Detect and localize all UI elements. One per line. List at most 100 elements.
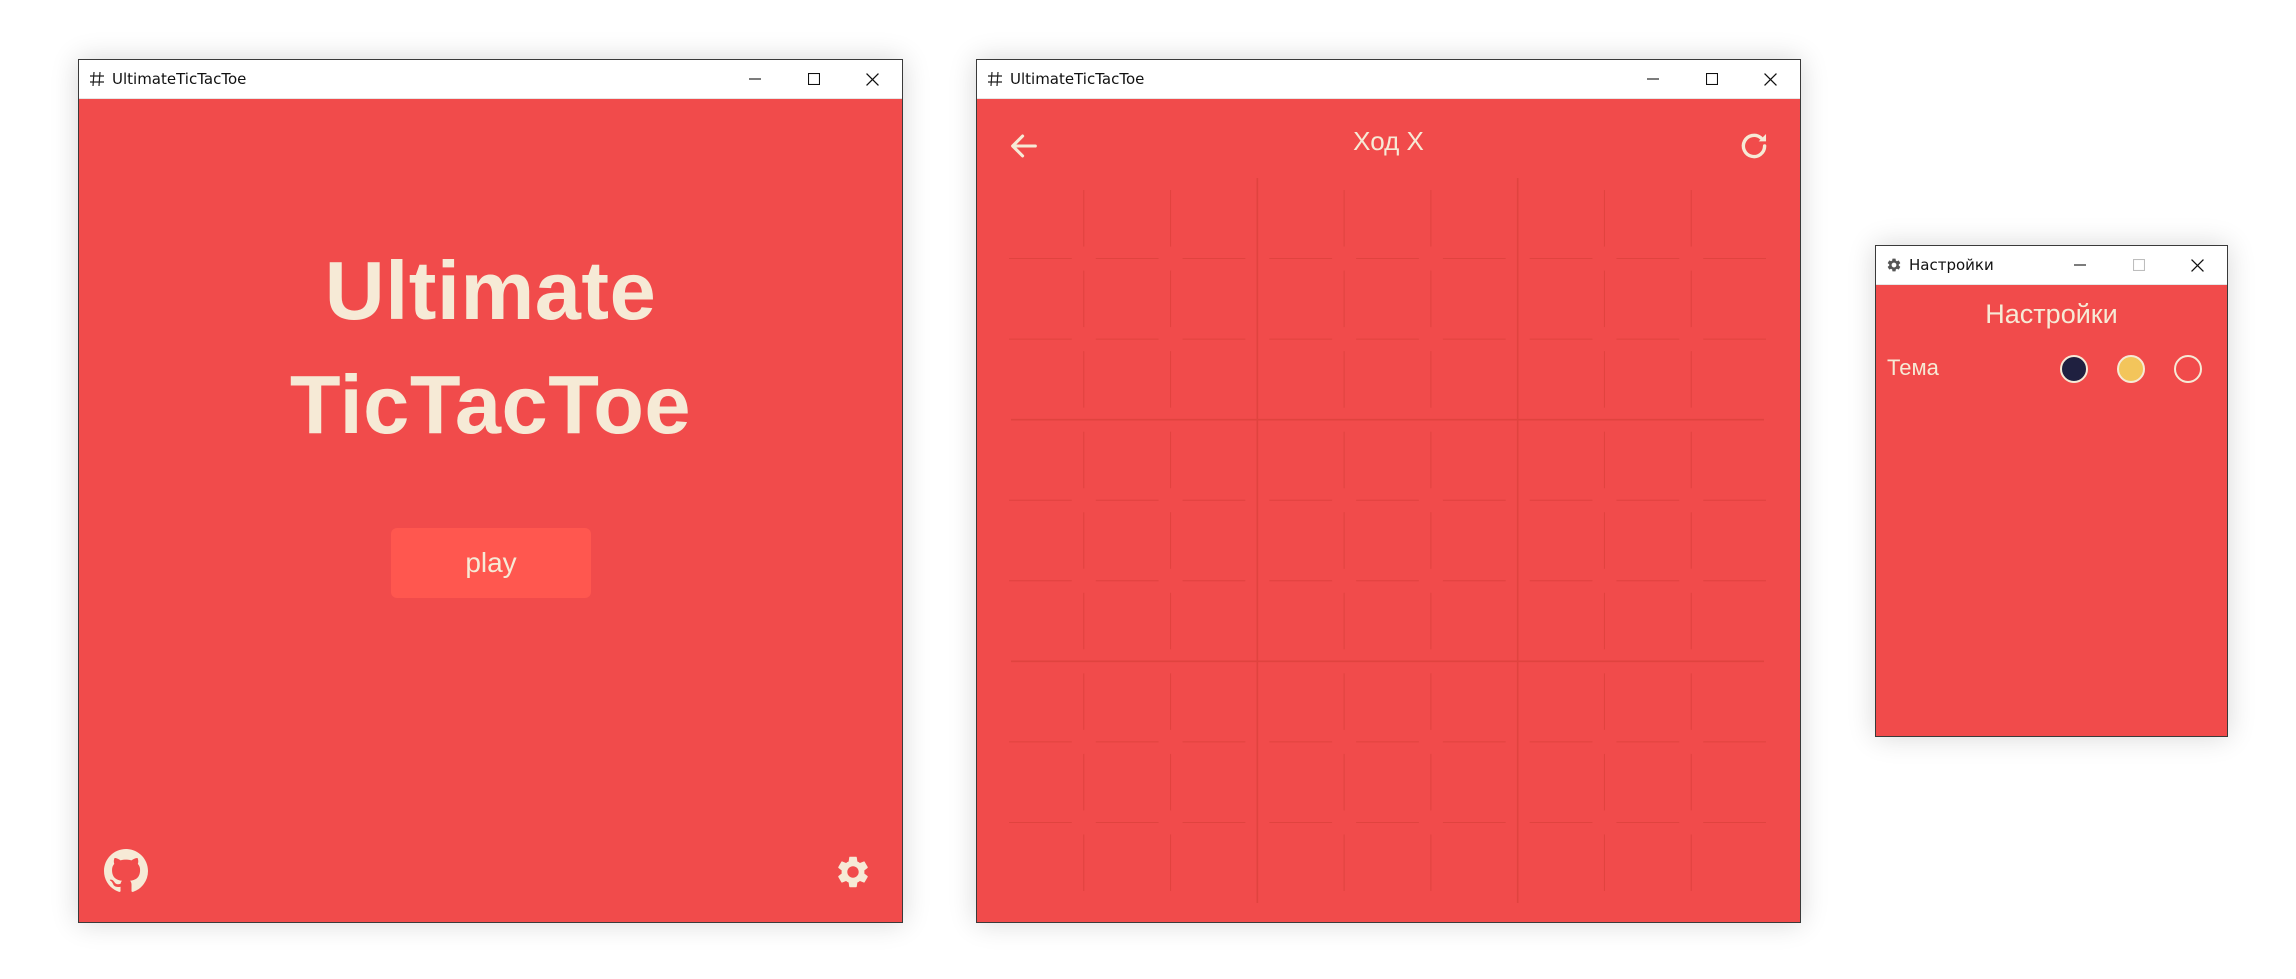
board-cell[interactable] [1171, 500, 1258, 581]
minimize-button[interactable] [725, 60, 784, 98]
board-cell[interactable] [1084, 822, 1171, 903]
minimize-button[interactable] [2050, 246, 2109, 284]
board-cell[interactable] [997, 822, 1084, 903]
board-cell[interactable] [1431, 339, 1518, 420]
board-cell[interactable] [1431, 259, 1518, 340]
titlebar[interactable]: UltimateTicTacToe [977, 60, 1800, 99]
board-cell[interactable] [1257, 581, 1344, 662]
board-cell[interactable] [1431, 742, 1518, 823]
board-cell[interactable] [1084, 581, 1171, 662]
board-cell[interactable] [1604, 500, 1691, 581]
board-cell[interactable] [1691, 500, 1778, 581]
board-cell[interactable] [1257, 259, 1344, 340]
board-cell[interactable] [1604, 661, 1691, 742]
minimize-button[interactable] [1623, 60, 1682, 98]
board-cell[interactable] [997, 581, 1084, 662]
board-cell[interactable] [997, 420, 1084, 501]
board-cell[interactable] [1084, 742, 1171, 823]
board-cell[interactable] [1691, 822, 1778, 903]
board-cell[interactable] [1344, 822, 1431, 903]
board-cell[interactable] [1691, 420, 1778, 501]
board-cell[interactable] [1691, 661, 1778, 742]
board-cell[interactable] [997, 661, 1084, 742]
board-cell[interactable] [1257, 500, 1344, 581]
refresh-icon[interactable] [1737, 129, 1771, 163]
board-cell[interactable] [1604, 178, 1691, 259]
close-button[interactable] [2168, 246, 2227, 284]
board-cell[interactable] [997, 339, 1084, 420]
board-cell[interactable] [1691, 339, 1778, 420]
board-cell[interactable] [1431, 500, 1518, 581]
board-cell[interactable] [1171, 259, 1258, 340]
board-cell[interactable] [1604, 339, 1691, 420]
titlebar[interactable]: UltimateTicTacToe [79, 60, 902, 99]
board-cell[interactable] [1171, 822, 1258, 903]
board-cell[interactable] [1691, 742, 1778, 823]
board-cell[interactable] [1084, 259, 1171, 340]
board-cell[interactable] [1257, 178, 1344, 259]
board-cell[interactable] [1518, 661, 1605, 742]
board-cell[interactable] [1171, 661, 1258, 742]
theme-yellow-option[interactable] [2117, 355, 2145, 383]
board-cell[interactable] [997, 178, 1084, 259]
game-board[interactable] [997, 178, 1778, 903]
board-cell[interactable] [1171, 420, 1258, 501]
board-cell[interactable] [1257, 822, 1344, 903]
board-cell[interactable] [1344, 581, 1431, 662]
board-cell[interactable] [1518, 581, 1605, 662]
board-cell[interactable] [1518, 259, 1605, 340]
board-cell[interactable] [1257, 742, 1344, 823]
board-cell[interactable] [1431, 822, 1518, 903]
board-cell[interactable] [1084, 500, 1171, 581]
board-cell[interactable] [1604, 822, 1691, 903]
titlebar[interactable]: Настройки [1876, 246, 2227, 285]
board-cell[interactable] [1084, 420, 1171, 501]
board-cell[interactable] [1084, 178, 1171, 259]
board-cell[interactable] [1257, 661, 1344, 742]
board-cell[interactable] [1257, 420, 1344, 501]
board-cell[interactable] [1257, 339, 1344, 420]
board-cell[interactable] [997, 742, 1084, 823]
board-cell[interactable] [1431, 581, 1518, 662]
board-cell[interactable] [1344, 742, 1431, 823]
board-cell[interactable] [1084, 661, 1171, 742]
board-cell[interactable] [1171, 339, 1258, 420]
board-cell[interactable] [997, 500, 1084, 581]
board-cell[interactable] [1431, 420, 1518, 501]
board-cell[interactable] [1604, 581, 1691, 662]
board-cell[interactable] [1518, 822, 1605, 903]
board-cell[interactable] [1344, 339, 1431, 420]
board-cell[interactable] [997, 259, 1084, 340]
board-cell[interactable] [1084, 339, 1171, 420]
maximize-button[interactable] [1682, 60, 1741, 98]
board-cell[interactable] [1518, 420, 1605, 501]
board-cell[interactable] [1171, 581, 1258, 662]
close-button[interactable] [1741, 60, 1800, 98]
play-button[interactable]: play [391, 528, 591, 598]
theme-dark-option[interactable] [2060, 355, 2088, 383]
board-cell[interactable] [1518, 178, 1605, 259]
board-cell[interactable] [1518, 500, 1605, 581]
close-button[interactable] [843, 60, 902, 98]
board-cell[interactable] [1171, 742, 1258, 823]
board-cell[interactable] [1344, 178, 1431, 259]
board-cell[interactable] [1344, 661, 1431, 742]
board-cell[interactable] [1344, 420, 1431, 501]
board-cell[interactable] [1518, 742, 1605, 823]
board-cell[interactable] [1604, 259, 1691, 340]
theme-red-option[interactable] [2174, 355, 2202, 383]
board-cell[interactable] [1691, 259, 1778, 340]
board-cell[interactable] [1171, 178, 1258, 259]
board-cell[interactable] [1431, 661, 1518, 742]
board-cell[interactable] [1518, 339, 1605, 420]
board-cell[interactable] [1604, 742, 1691, 823]
board-cell[interactable] [1431, 178, 1518, 259]
github-icon[interactable] [104, 849, 148, 893]
board-cell[interactable] [1344, 500, 1431, 581]
board-cell[interactable] [1344, 259, 1431, 340]
gear-icon[interactable] [834, 853, 872, 891]
maximize-button[interactable] [784, 60, 843, 98]
board-cell[interactable] [1691, 581, 1778, 662]
board-cell[interactable] [1691, 178, 1778, 259]
board-cell[interactable] [1604, 420, 1691, 501]
